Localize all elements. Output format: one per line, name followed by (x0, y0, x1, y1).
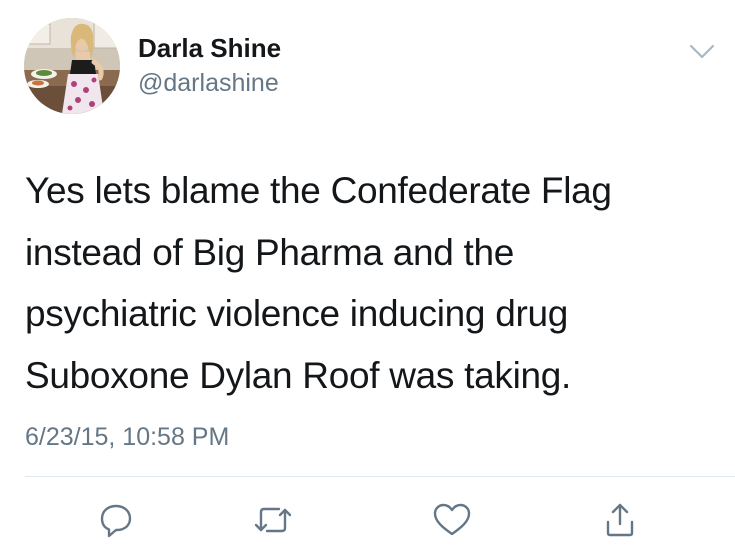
heart-icon (433, 503, 471, 536)
user-handle[interactable]: @darlashine (138, 68, 279, 98)
share-button[interactable] (595, 495, 645, 545)
avatar[interactable] (24, 18, 120, 114)
retweet-button[interactable] (248, 495, 298, 545)
tweet-text-line: Yes lets blame the Confederate Flag (25, 170, 612, 211)
timestamp[interactable]: 6/23/15, 10:58 PM (25, 420, 229, 454)
tweet-text-line: Suboxone Dylan Roof was taking. (25, 354, 572, 396)
divider (25, 476, 735, 477)
retweet-icon (254, 507, 292, 533)
tweet-text-line: psychiatric violence inducing drug (25, 293, 569, 334)
like-button[interactable] (427, 495, 477, 545)
action-bar (0, 495, 735, 545)
display-name[interactable]: Darla Shine (138, 32, 281, 64)
tweet-card: Darla Shine @darlashine Yes lets blame t… (0, 0, 735, 553)
chevron-down-icon[interactable] (684, 36, 720, 66)
reply-icon (100, 504, 132, 538)
tweet-text: Yes lets blame the Confederate Flag inst… (25, 160, 715, 406)
reply-button[interactable] (91, 495, 141, 545)
avatar-photo (24, 18, 120, 114)
tweet-text-line: instead of Big Pharma and the (25, 231, 515, 273)
share-icon (606, 503, 634, 537)
